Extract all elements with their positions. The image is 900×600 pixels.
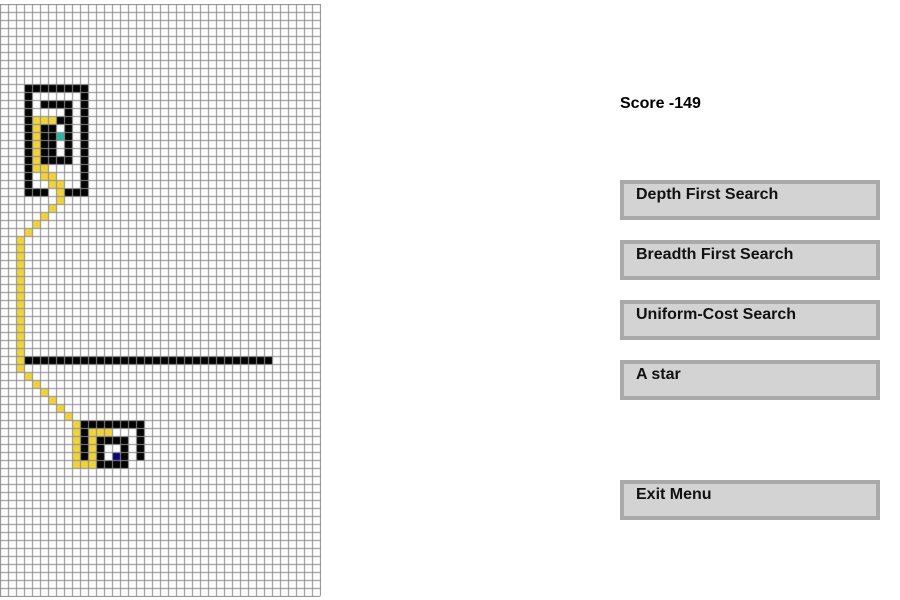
maze-grid-board[interactable] (0, 4, 321, 597)
score-value: -149 (668, 95, 701, 112)
exit-menu-label: Exit Menu (636, 486, 712, 503)
score-display: Score -149 (620, 95, 701, 113)
breadth-first-search-label: Breadth First Search (636, 246, 794, 263)
score-label: Score (620, 95, 665, 112)
a-star-button[interactable]: A star (620, 360, 880, 400)
uniform-cost-search-button[interactable]: Uniform-Cost Search (620, 300, 880, 340)
depth-first-search-label: Depth First Search (636, 186, 779, 203)
breadth-first-search-button[interactable]: Breadth First Search (620, 240, 880, 280)
a-star-label: A star (636, 366, 681, 383)
uniform-cost-search-label: Uniform-Cost Search (636, 306, 797, 323)
depth-first-search-button[interactable]: Depth First Search (620, 180, 880, 220)
exit-menu-button[interactable]: Exit Menu (620, 480, 880, 520)
